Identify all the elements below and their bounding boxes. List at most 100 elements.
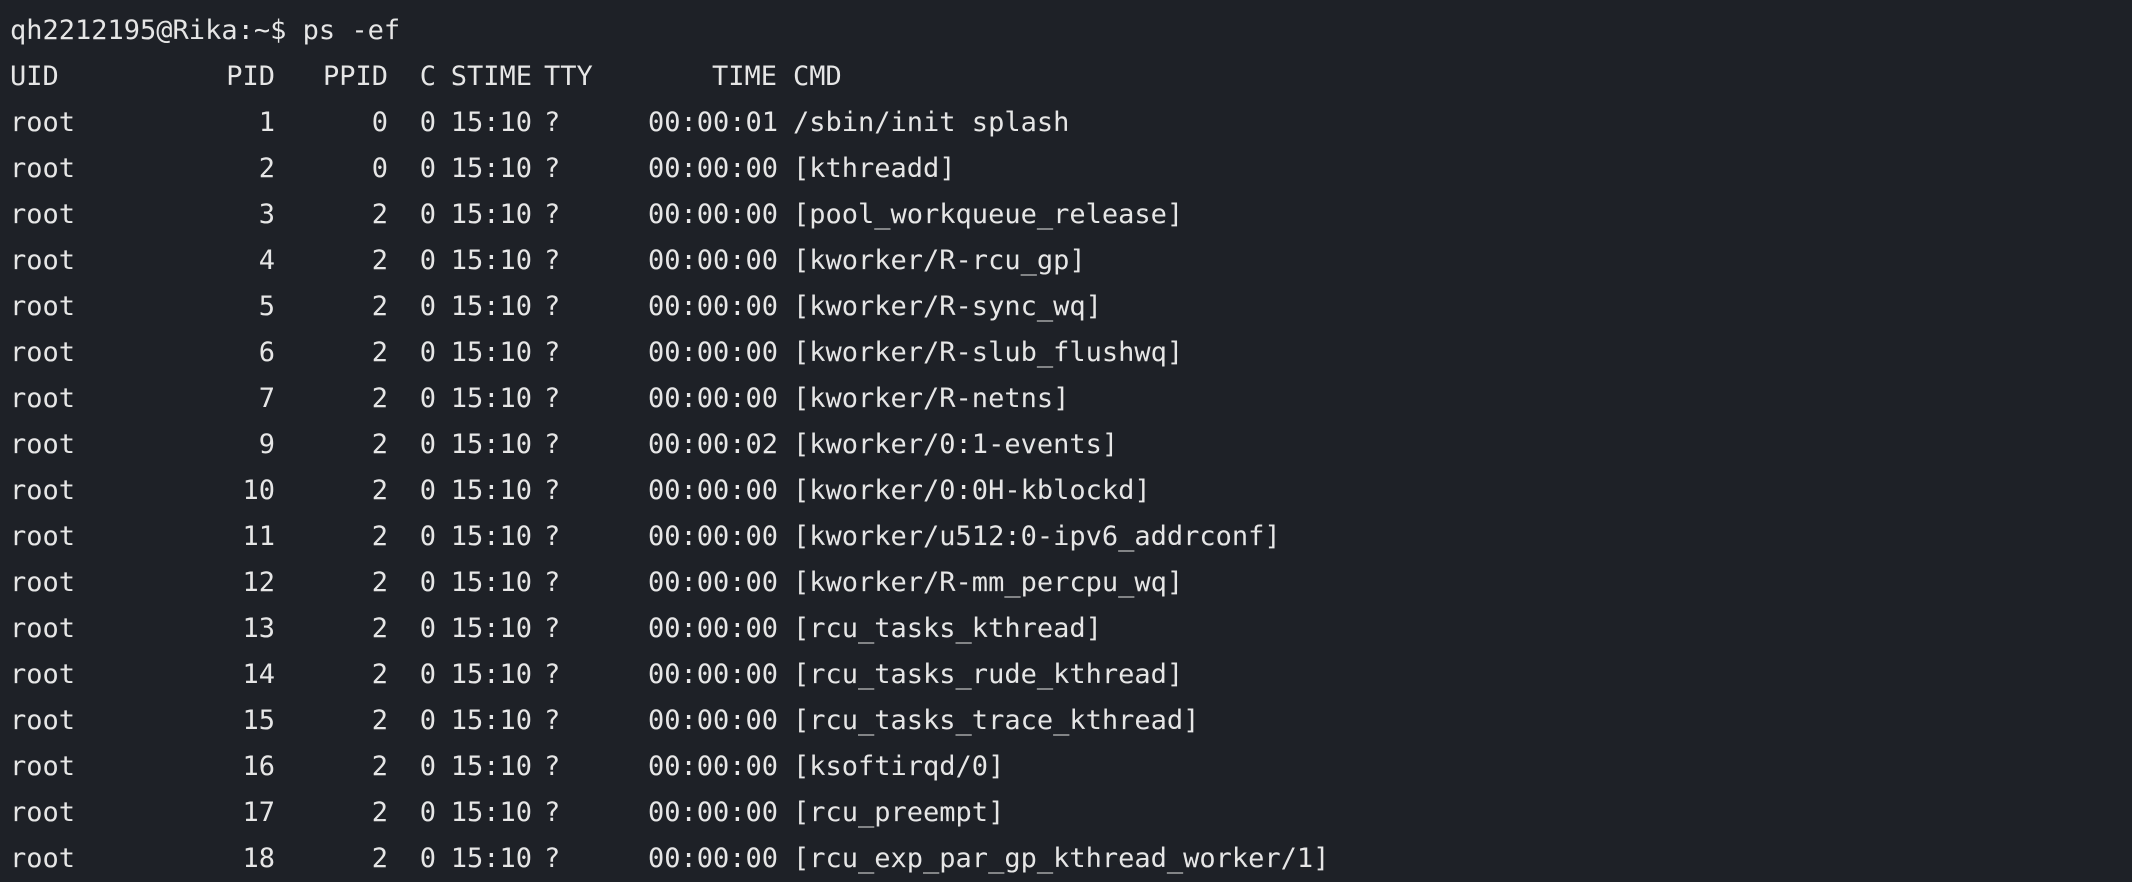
cell-time: 00:00:00 (648, 705, 779, 736)
table-row: root 14 2 0 15:10? 00:00:00 [rcu_tasks_rude_kt… (10, 652, 2132, 698)
cell-ppid: 2 (371, 245, 388, 276)
cell-c: 0 (419, 705, 436, 736)
cell-pid: 12 (242, 567, 275, 598)
cell-pid: 10 (242, 475, 275, 506)
cell-time: 00:00:00 (648, 383, 779, 414)
cell-stime: 15:10 (450, 567, 532, 598)
terminal-window[interactable]: qh2212195@Rika:~$ ps -ef UID PID PPID C … (0, 0, 2132, 874)
command-prompt: qh2212195@Rika:~$ ps -ef (10, 8, 2132, 54)
table-header: UID PID PPID C STIME TTY TIME CMD (10, 54, 2132, 100)
cell-ppid: 2 (371, 751, 388, 782)
table-row: root 4 2 0 15:10? 00:00:00 [kworker/R-rcu_gp] (10, 238, 2132, 284)
cell-cmd: /sbin/init splash (793, 107, 1070, 138)
cell-uid: root (10, 245, 76, 276)
cell-ppid: 2 (371, 613, 388, 644)
cell-tty: ? (544, 705, 561, 736)
cell-c: 0 (419, 107, 436, 138)
table-row: root 12 2 0 15:10? 00:00:00 [kworker/R-mm_perc… (10, 560, 2132, 606)
cell-c: 0 (419, 797, 436, 828)
cell-stime: 15:10 (450, 705, 532, 736)
cell-c: 0 (419, 153, 436, 184)
cell-cmd: [kworker/u512:0-ipv6_addrconf] (793, 521, 1281, 552)
cell-stime: 15:10 (450, 843, 532, 874)
cell-tty: ? (544, 797, 561, 828)
table-row: root 6 2 0 15:10? 00:00:00 [kworker/R-slub_flu… (10, 330, 2132, 376)
cell-cmd: [kworker/R-slub_flushwq] (793, 337, 1184, 368)
header-stime: STIME (450, 61, 532, 92)
cell-uid: root (10, 659, 76, 690)
header-cmd: CMD (793, 61, 842, 92)
cell-stime: 15:10 (450, 291, 532, 322)
cell-ppid: 2 (371, 705, 388, 736)
cell-time: 00:00:00 (648, 475, 779, 506)
cell-tty: ? (544, 199, 561, 230)
cell-tty: ? (544, 337, 561, 368)
cell-c: 0 (419, 751, 436, 782)
cell-c: 0 (419, 429, 436, 460)
cell-pid: 4 (258, 245, 275, 276)
cell-time: 00:00:00 (648, 521, 779, 552)
cell-pid: 2 (258, 153, 275, 184)
cell-tty: ? (544, 843, 561, 874)
cell-ppid: 2 (371, 567, 388, 598)
cell-pid: 3 (258, 199, 275, 230)
cell-ppid: 2 (371, 337, 388, 368)
cell-stime: 15:10 (450, 383, 532, 414)
table-row: root 15 2 0 15:10? 00:00:00 [rcu_tasks_trace_k… (10, 698, 2132, 744)
header-ppid: PPID (322, 61, 388, 92)
cell-ppid: 2 (371, 521, 388, 552)
cell-pid: 18 (242, 843, 275, 874)
cell-pid: 16 (242, 751, 275, 782)
cell-c: 0 (419, 475, 436, 506)
header-pid: PID (226, 61, 275, 92)
cell-time: 00:00:00 (648, 567, 779, 598)
cell-pid: 7 (258, 383, 275, 414)
cell-cmd: [pool_workqueue_release] (793, 199, 1184, 230)
cell-ppid: 0 (371, 153, 388, 184)
table-row: root 3 2 0 15:10? 00:00:00 [pool_workqueue_rel… (10, 192, 2132, 238)
cell-time: 00:00:00 (648, 613, 779, 644)
header-uid: UID (10, 61, 59, 92)
cell-uid: root (10, 705, 76, 736)
cell-cmd: [kthreadd] (793, 153, 956, 184)
cell-stime: 15:10 (450, 797, 532, 828)
table-row: root 2 0 0 15:10? 00:00:00 [kthreadd] (10, 146, 2132, 192)
cell-pid: 6 (258, 337, 275, 368)
cell-stime: 15:10 (450, 751, 532, 782)
cell-tty: ? (544, 567, 561, 598)
prompt-text: qh2212195@Rika:~$ ps -ef (10, 15, 401, 46)
cell-time: 00:00:00 (648, 291, 779, 322)
cell-ppid: 2 (371, 659, 388, 690)
table-row: root 13 2 0 15:10? 00:00:00 [rcu_tasks_kthread… (10, 606, 2132, 652)
cell-uid: root (10, 567, 76, 598)
cell-uid: root (10, 751, 76, 782)
cell-uid: root (10, 107, 76, 138)
cell-pid: 15 (242, 705, 275, 736)
cell-stime: 15:10 (450, 107, 532, 138)
cell-tty: ? (544, 153, 561, 184)
cell-cmd: [rcu_exp_par_gp_kthread_worker/1] (793, 843, 1330, 874)
cell-tty: ? (544, 383, 561, 414)
cell-uid: root (10, 613, 76, 644)
cell-ppid: 2 (371, 291, 388, 322)
process-list: root 1 0 0 15:10? 00:00:01/sbin/init splash ro… (10, 100, 2132, 882)
cell-uid: root (10, 337, 76, 368)
cell-time: 00:00:00 (648, 843, 779, 874)
cell-tty: ? (544, 475, 561, 506)
cell-time: 00:00:00 (648, 153, 779, 184)
cell-pid: 13 (242, 613, 275, 644)
cell-cmd: [rcu_preempt] (793, 797, 1005, 828)
cell-tty: ? (544, 245, 561, 276)
cell-time: 00:00:00 (648, 797, 779, 828)
cell-pid: 17 (242, 797, 275, 828)
header-time: TIME (711, 61, 777, 92)
cell-c: 0 (419, 613, 436, 644)
cell-stime: 15:10 (450, 429, 532, 460)
cell-uid: root (10, 383, 76, 414)
cell-ppid: 2 (371, 843, 388, 874)
cell-c: 0 (419, 337, 436, 368)
cell-c: 0 (419, 291, 436, 322)
cell-c: 0 (419, 843, 436, 874)
cell-uid: root (10, 521, 76, 552)
cell-tty: ? (544, 659, 561, 690)
